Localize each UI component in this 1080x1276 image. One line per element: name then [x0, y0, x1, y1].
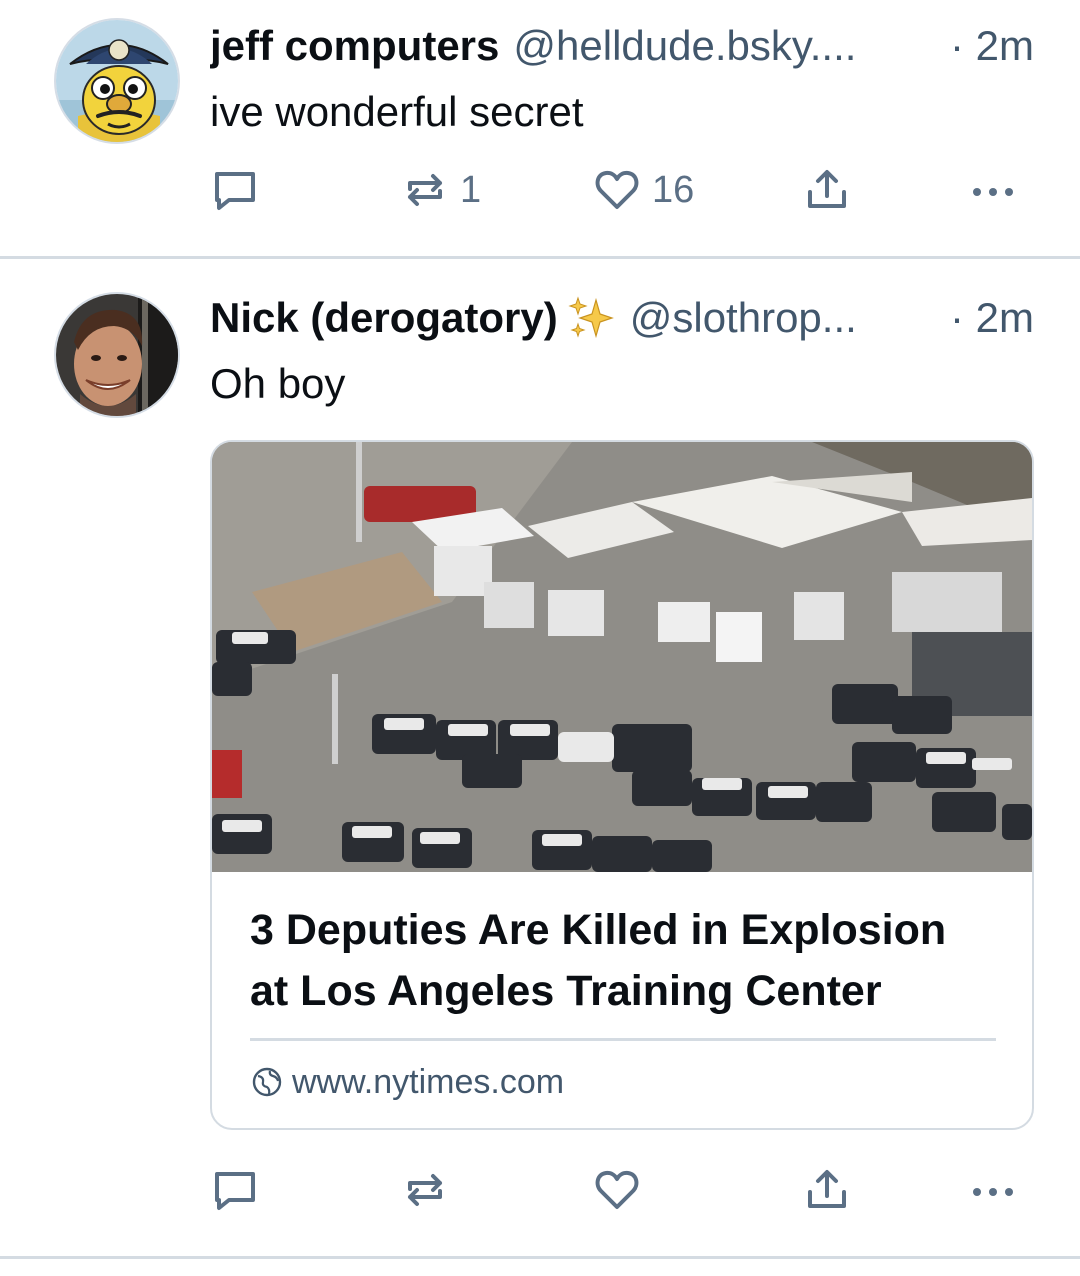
share-upload-icon [808, 170, 846, 208]
heart-icon [595, 170, 639, 209]
repost-count: 1 [460, 168, 482, 211]
globe-icon [252, 1067, 282, 1097]
post-text: Oh boy [210, 360, 346, 407]
reply-button[interactable] [210, 160, 260, 220]
speech-bubble-icon [215, 1172, 255, 1210]
heart-icon [595, 1170, 639, 1209]
repost-arrows-icon [408, 1174, 442, 1206]
post-header: Nick (derogatory) @slothrop... · 2m [210, 292, 1034, 344]
like-count: 16 [652, 168, 695, 211]
share-button[interactable] [802, 1160, 852, 1220]
author-name[interactable]: jeff computers [210, 22, 499, 70]
share-button[interactable] [802, 160, 852, 220]
repost-button[interactable] [400, 1160, 460, 1220]
link-card-image [212, 442, 1032, 872]
post-nick-derogatory[interactable]: Nick (derogatory) @slothrop... · 2m Oh b… [0, 260, 1080, 1256]
link-card[interactable]: 3 Deputies Are Killed in Explosion at Lo… [210, 440, 1034, 1130]
avatar[interactable] [54, 292, 180, 418]
like-button[interactable] [592, 1160, 652, 1220]
share-upload-icon [808, 1170, 846, 1208]
author-name[interactable]: Nick (derogatory) [210, 294, 558, 342]
like-button[interactable]: 16 [592, 160, 694, 220]
post-jeff-computers[interactable]: jeff computers @helldude.bsky.... · 2m i… [0, 0, 1080, 258]
post-actions [210, 1160, 1034, 1220]
link-card-title[interactable]: 3 Deputies Are Killed in Explosion at Lo… [250, 900, 996, 1022]
avatar-smiling-man-photo [56, 294, 178, 416]
speech-bubble-icon [215, 172, 255, 210]
reply-button[interactable] [210, 1160, 260, 1220]
post-actions: 1 16 [210, 160, 1034, 220]
time-value: 2m [975, 294, 1034, 341]
post-divider [0, 1256, 1080, 1259]
avatar[interactable] [54, 18, 180, 144]
separator-dot: · [949, 294, 964, 341]
ellipsis-icon [973, 188, 1013, 196]
author-handle[interactable]: @slothrop... [630, 294, 857, 342]
link-card-divider [250, 1038, 996, 1041]
repost-button[interactable]: 1 [400, 160, 481, 220]
link-card-domain-row[interactable]: www.nytimes.com [250, 1060, 564, 1104]
sparkles-icon [568, 294, 616, 342]
avatar-cartoon-pirate-icon [56, 20, 178, 142]
separator-dot: · [949, 22, 964, 69]
author-handle[interactable]: @helldude.bsky.... [513, 22, 856, 70]
post-timestamp[interactable]: · 2m [940, 22, 1034, 70]
link-card-domain: www.nytimes.com [292, 1062, 565, 1101]
post-timestamp[interactable]: · 2m [940, 294, 1034, 342]
post-header: jeff computers @helldude.bsky.... · 2m [210, 20, 1034, 72]
ellipsis-icon [973, 1188, 1013, 1196]
post-text: ive wonderful secret [210, 88, 584, 135]
time-value: 2m [975, 22, 1034, 69]
repost-arrows-icon [408, 174, 442, 206]
more-options-button[interactable] [968, 160, 1018, 220]
post-divider [0, 256, 1080, 259]
more-options-button[interactable] [968, 1160, 1018, 1220]
